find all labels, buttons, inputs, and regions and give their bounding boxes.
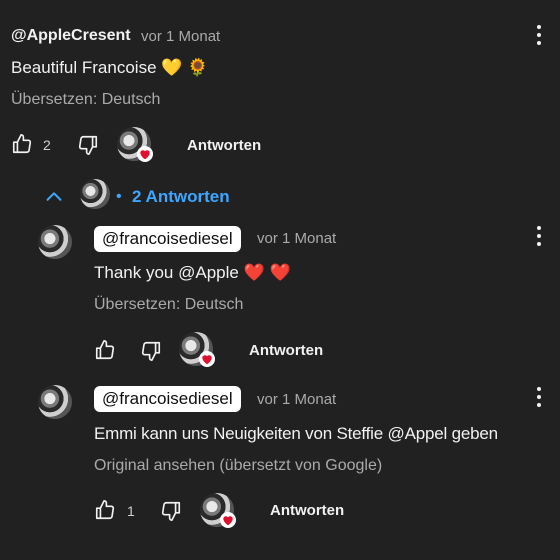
like-icon[interactable]	[11, 133, 33, 155]
dislike-icon[interactable]	[160, 500, 182, 522]
heart-icon	[199, 351, 215, 367]
translate-link[interactable]: Übersetzen: Deutsch	[11, 91, 160, 109]
see-original-link[interactable]: Original ansehen (übersetzt von Google)	[94, 457, 382, 475]
reply-button[interactable]: Antworten	[249, 342, 323, 359]
comment-time[interactable]: vor 1 Monat	[141, 28, 220, 45]
reply-emoji: ❤️ ❤️	[243, 263, 291, 282]
like-icon[interactable]	[94, 339, 116, 361]
like-count: 1	[127, 503, 135, 519]
comment-text-content: Beautiful Francoise	[11, 58, 157, 77]
reply-text: Emmi kann uns Neuigkeiten von Steffie @A…	[94, 424, 498, 443]
like-count: 2	[43, 137, 51, 153]
heart-icon	[220, 512, 236, 528]
reply-time[interactable]: vor 1 Monat	[257, 230, 336, 247]
reply-time[interactable]: vor 1 Monat	[257, 391, 336, 408]
reply-menu-icon[interactable]	[537, 226, 541, 246]
replier-avatar	[80, 179, 110, 209]
creator-heart[interactable]	[179, 332, 215, 368]
translate-link[interactable]: Übersetzen: Deutsch	[94, 296, 243, 314]
comment-emoji: 💛 🌻	[161, 58, 209, 77]
comment-author[interactable]: @AppleCresent	[11, 27, 131, 45]
creator-heart[interactable]	[117, 127, 153, 163]
reply-avatar[interactable]	[38, 225, 72, 259]
comment-text: Beautiful Francoise 💛 🌻	[11, 58, 208, 78]
creator-heart[interactable]	[200, 493, 236, 529]
dislike-icon[interactable]	[140, 340, 162, 362]
reply-text-content: Thank you @Apple	[94, 263, 239, 282]
heart-icon	[137, 146, 153, 162]
dislike-icon[interactable]	[77, 134, 99, 156]
reply-button[interactable]: Antworten	[270, 502, 344, 519]
reply-menu-icon[interactable]	[537, 387, 541, 407]
show-replies-button[interactable]: 2 Antworten	[132, 187, 230, 207]
replies-separator: •	[116, 188, 122, 205]
reply-author[interactable]: @francoisediesel	[94, 386, 241, 412]
reply-text: Thank you @Apple ❤️ ❤️	[94, 263, 291, 283]
comment-menu-icon[interactable]	[537, 25, 541, 45]
reply-avatar[interactable]	[38, 385, 72, 419]
reply-author[interactable]: @francoisediesel	[94, 226, 241, 252]
chevron-up-icon[interactable]	[43, 186, 65, 208]
like-icon[interactable]	[94, 499, 116, 521]
reply-button[interactable]: Antworten	[187, 137, 261, 154]
